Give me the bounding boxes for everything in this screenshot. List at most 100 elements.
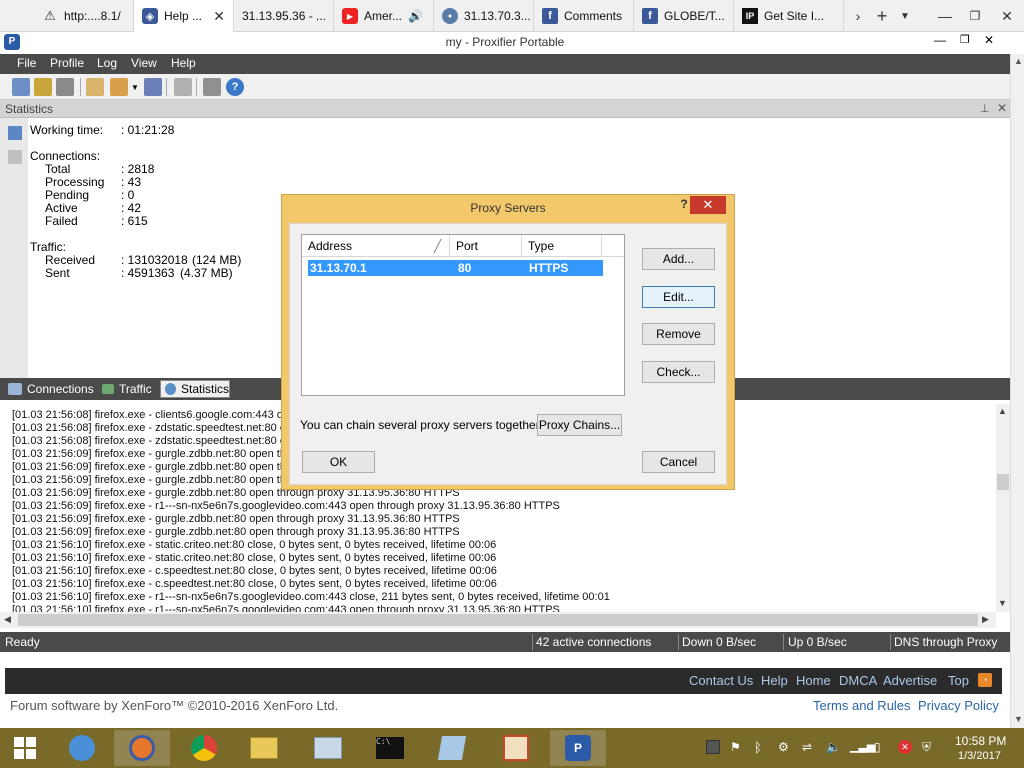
start-button[interactable]: [0, 730, 50, 766]
column-header-address[interactable]: Address ╱: [302, 235, 450, 257]
chevron-down-icon[interactable]: ▼: [131, 83, 139, 92]
menu-file[interactable]: File: [17, 56, 36, 70]
connections-tool-icon[interactable]: [12, 78, 30, 96]
traffic-tool-icon[interactable]: [34, 78, 52, 96]
taskbar-app-game[interactable]: [54, 730, 110, 766]
firefox-icon: [129, 735, 155, 761]
proxy-chains-button[interactable]: Proxy Chains...: [537, 414, 622, 436]
footer-link-home[interactable]: Home: [796, 673, 831, 688]
browser-tab[interactable]: ● 31.13.70.3...: [434, 0, 534, 32]
footer-link-dmca[interactable]: DMCA: [839, 673, 877, 688]
minimize-icon[interactable]: —: [930, 0, 960, 32]
column-header-type[interactable]: Type: [522, 235, 602, 257]
column-header-port[interactable]: Port: [450, 235, 522, 257]
check-button[interactable]: Check...: [642, 361, 715, 383]
scroll-left-icon[interactable]: ◀: [4, 614, 11, 625]
remove-button[interactable]: Remove: [642, 323, 715, 345]
menu-log[interactable]: Log: [97, 56, 117, 70]
browser-tab-active[interactable]: ◈ Help ... ✕: [134, 0, 234, 32]
taskbar-app-notes[interactable]: [424, 730, 480, 766]
volume-icon[interactable]: 🔈: [826, 740, 841, 754]
save-tool-icon[interactable]: [144, 78, 162, 96]
footer-link-advertise[interactable]: Advertise: [883, 673, 937, 688]
battery-icon[interactable]: ▯: [874, 740, 888, 754]
clock-date[interactable]: 1/3/2017: [958, 750, 1001, 762]
proxy-tool-icon[interactable]: [56, 78, 74, 96]
footer-link-contact[interactable]: Contact Us: [689, 673, 753, 688]
footer-link-help[interactable]: Help: [761, 673, 788, 688]
working-time-value: : 01:21:28: [121, 123, 175, 137]
browser-tab[interactable]: ▶ Amer... 🔊: [334, 0, 434, 32]
edit-button[interactable]: Edit...: [642, 286, 715, 308]
scroll-right-icon[interactable]: ▶: [982, 614, 989, 625]
ok-button[interactable]: OK: [302, 451, 375, 473]
scroll-up-icon[interactable]: ▲: [1014, 56, 1023, 66]
help-tool-icon[interactable]: ?: [226, 78, 244, 96]
rules-tool-icon[interactable]: [86, 78, 104, 96]
restore-icon[interactable]: ❐: [960, 0, 990, 32]
taskbar-app-cmd[interactable]: C:\: [362, 730, 418, 766]
browser-tab[interactable]: ⚠ http:....8.1/: [34, 0, 134, 32]
scroll-down-icon[interactable]: ▼: [1014, 714, 1023, 724]
add-button[interactable]: Add...: [642, 248, 715, 270]
usb-icon[interactable]: ⇌: [802, 740, 816, 754]
close-pane-icon[interactable]: ✕: [997, 101, 1007, 115]
rss-icon[interactable]: ◔: [978, 673, 992, 687]
log-line: [01.03 21:56:10] firefox.exe - static.cr…: [12, 552, 497, 564]
dialog-close-button[interactable]: ✕: [690, 196, 726, 214]
terms-link[interactable]: Terms and Rules: [813, 698, 911, 713]
menu-profile[interactable]: Profile: [50, 56, 84, 70]
browser-tab[interactable]: f GLOBE/T...: [634, 0, 734, 32]
log-vertical-scrollbar[interactable]: ▲ ▼: [996, 404, 1010, 612]
menu-view[interactable]: View: [131, 56, 157, 70]
browser-tab[interactable]: f Comments: [534, 0, 634, 32]
page-scrollbar[interactable]: ▲ ▼: [1010, 54, 1024, 728]
flag-icon[interactable]: ⚑: [730, 740, 744, 754]
taskbar-app-explorer[interactable]: [236, 730, 292, 766]
clock-time[interactable]: 10:58 PM: [955, 734, 1006, 748]
taskbar-app-firefox[interactable]: [114, 730, 170, 766]
browser-tab[interactable]: IP Get Site I...: [734, 0, 844, 32]
taskbar-app-proxifier[interactable]: P: [550, 730, 606, 766]
privacy-link[interactable]: Privacy Policy: [918, 698, 999, 713]
tab-list-dropdown-icon[interactable]: ▼: [894, 0, 916, 32]
cancel-button[interactable]: Cancel: [642, 451, 715, 473]
minimize-icon[interactable]: —: [934, 33, 954, 47]
tab-statistics[interactable]: Statistics: [160, 380, 230, 398]
log-horizontal-scrollbar[interactable]: ◀ ▶: [0, 612, 996, 628]
forum-copyright[interactable]: Forum software by XenForo™ ©2010-2016 Xe…: [10, 698, 338, 713]
stat-label: Total: [45, 162, 71, 176]
close-browser-icon[interactable]: ✕: [990, 0, 1024, 32]
taskbar-app-paint[interactable]: [488, 730, 544, 766]
shield-icon[interactable]: ⛨: [922, 740, 936, 754]
proxy-row-selected[interactable]: 31.13.70.1 80 HTTPS: [308, 260, 603, 276]
error-icon[interactable]: ✕: [898, 740, 912, 754]
taskbar-app-chrome[interactable]: [176, 730, 232, 766]
signal-icon[interactable]: ▁▃▅: [850, 740, 875, 754]
profile-tool-icon[interactable]: [110, 78, 128, 96]
column-label: Address: [308, 239, 353, 253]
tab-scroll-right-icon[interactable]: ›: [846, 0, 870, 32]
taskbar-app-monitor[interactable]: [300, 730, 356, 766]
new-tab-button[interactable]: +: [870, 0, 894, 32]
speaker-icon[interactable]: 🔊: [408, 9, 423, 23]
footer-link-top[interactable]: Top: [948, 673, 969, 688]
menu-help[interactable]: Help: [171, 56, 196, 70]
proxy-list[interactable]: Address ╱ Port Type 31.13.70.1 80 HTTPS: [301, 234, 625, 396]
tab-connections[interactable]: Connections: [4, 380, 96, 398]
tray-app-icon[interactable]: [706, 740, 720, 754]
scroll-thumb[interactable]: [18, 614, 978, 626]
browser-tab[interactable]: 31.13.95.36 - ...: [234, 0, 334, 32]
restore-icon[interactable]: ❐: [960, 33, 980, 46]
print-tool-icon[interactable]: [203, 78, 221, 96]
close-icon[interactable]: ✕: [984, 33, 1004, 47]
log-tool-icon[interactable]: [174, 78, 192, 96]
close-tab-icon[interactable]: ✕: [213, 8, 225, 25]
pin-icon[interactable]: ⊥: [980, 102, 990, 115]
scroll-thumb[interactable]: [997, 474, 1009, 490]
tab-traffic[interactable]: Traffic: [98, 380, 156, 398]
scroll-up-icon[interactable]: ▲: [998, 406, 1007, 416]
settings-icon[interactable]: ⚙: [778, 740, 792, 754]
scroll-down-icon[interactable]: ▼: [998, 598, 1007, 608]
bluetooth-icon[interactable]: ᛒ: [754, 740, 768, 755]
